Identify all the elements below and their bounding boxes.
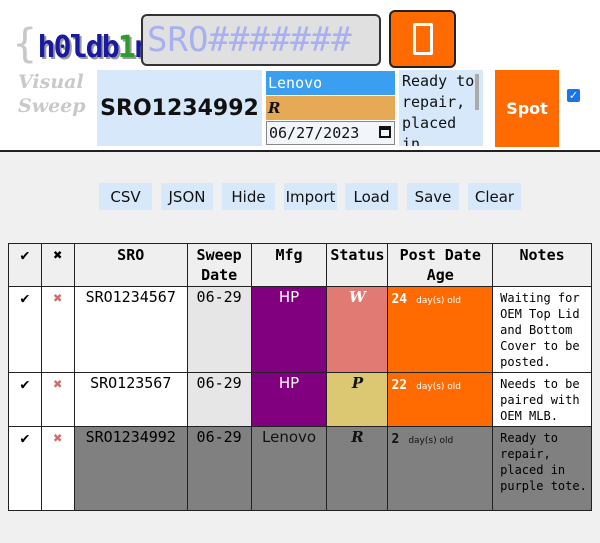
col-header-sro[interactable]: SRO	[73, 243, 188, 287]
table-header-row: ✔ ✖ SRO Sweep Date Mfg Status Post Date Ag…	[8, 243, 592, 287]
row-mfg: HP	[250, 286, 328, 373]
col-header-delete: ✖	[40, 243, 75, 287]
row-age: 24 day(s) old	[387, 286, 494, 373]
col-header-notes[interactable]: Notes	[492, 243, 592, 287]
row-mfg: HP	[250, 372, 328, 427]
spot-checkbox[interactable]: ✓	[567, 89, 580, 102]
toolbar: CSV JSON Hide Import Load Save Clear	[0, 183, 600, 210]
notes-scrollbar[interactable]	[475, 74, 479, 110]
status-select[interactable]: R	[266, 96, 395, 120]
delete-icon[interactable]: ✖	[40, 426, 75, 511]
import-button[interactable]: Import	[284, 183, 337, 210]
row-sro[interactable]: SRO123567	[73, 372, 188, 427]
table-row[interactable]: ✔ ✖ SRO1234992 06-29 Lenovo R 2 day(s) old Read…	[8, 426, 592, 511]
notes-textarea[interactable]: Ready to repair, placed in	[399, 70, 483, 146]
row-mfg: Lenovo	[250, 426, 328, 511]
row-status: W	[326, 286, 389, 373]
header: {h0ldb1nz} Visual Sweep SRO1234992 Lenov…	[0, 0, 600, 152]
row-age: 2 day(s) old	[387, 426, 494, 511]
row-status: R	[326, 426, 389, 511]
col-header-mfg[interactable]: Mfg	[250, 243, 328, 287]
row-notes[interactable]: Needs to be paired with OEM MLB.	[492, 372, 592, 427]
col-header-sweep-date[interactable]: Sweep Date	[186, 243, 252, 287]
col-header-status[interactable]: Status	[326, 243, 389, 287]
table-row[interactable]: ✔ ✖ SRO1234567 06-29 HP W 24 day(s) old Waiting…	[8, 286, 592, 373]
delete-icon[interactable]: ✖	[40, 372, 75, 427]
mfg-select[interactable]: Lenovo	[266, 71, 395, 95]
calendar-icon[interactable]	[379, 126, 391, 138]
load-button[interactable]: Load	[345, 183, 398, 210]
date-field[interactable]: 06/27/2023	[266, 121, 395, 145]
col-header-age[interactable]: Post Date Age	[387, 243, 494, 287]
check-icon[interactable]: ✔	[8, 286, 42, 373]
scan-button[interactable]	[389, 10, 456, 68]
row-notes[interactable]: Waiting for OEM Top Lid and Bottom Cover…	[492, 286, 592, 373]
check-icon[interactable]: ✔	[8, 426, 42, 511]
clear-button[interactable]: Clear	[468, 183, 521, 210]
app-subtitle: Visual Sweep	[18, 71, 86, 117]
checkmark-icon: ✓	[568, 89, 579, 102]
sweep-table: ✔ ✖ SRO Sweep Date Mfg Status Post Date Ag…	[8, 243, 592, 511]
device-icon	[412, 23, 433, 55]
sro-field[interactable]: SRO1234992	[97, 70, 262, 146]
row-sro[interactable]: SRO1234992	[73, 426, 188, 511]
check-icon[interactable]: ✔	[8, 372, 42, 427]
json-button[interactable]: JSON	[161, 183, 213, 210]
sro-search-input[interactable]	[141, 14, 381, 66]
row-age: 22 day(s) old	[387, 372, 494, 427]
delete-icon[interactable]: ✖	[40, 286, 75, 373]
save-button[interactable]: Save	[407, 183, 459, 210]
row-sro[interactable]: SRO1234567	[73, 286, 188, 373]
row-status: P	[326, 372, 389, 427]
row-sweep-date: 06-29	[186, 286, 252, 373]
row-sweep-date: 06-29	[186, 372, 252, 427]
table-row[interactable]: ✔ ✖ SRO123567 06-29 HP P 22 day(s) old Needs to…	[8, 372, 592, 427]
col-header-check: ✔	[8, 243, 42, 287]
row-notes[interactable]: Ready to repair, placed in purple tote.	[492, 426, 592, 511]
row-sweep-date: 06-29	[186, 426, 252, 511]
hide-button[interactable]: Hide	[222, 183, 275, 210]
spot-button[interactable]: Spot	[495, 70, 559, 147]
csv-button[interactable]: CSV	[99, 183, 152, 210]
